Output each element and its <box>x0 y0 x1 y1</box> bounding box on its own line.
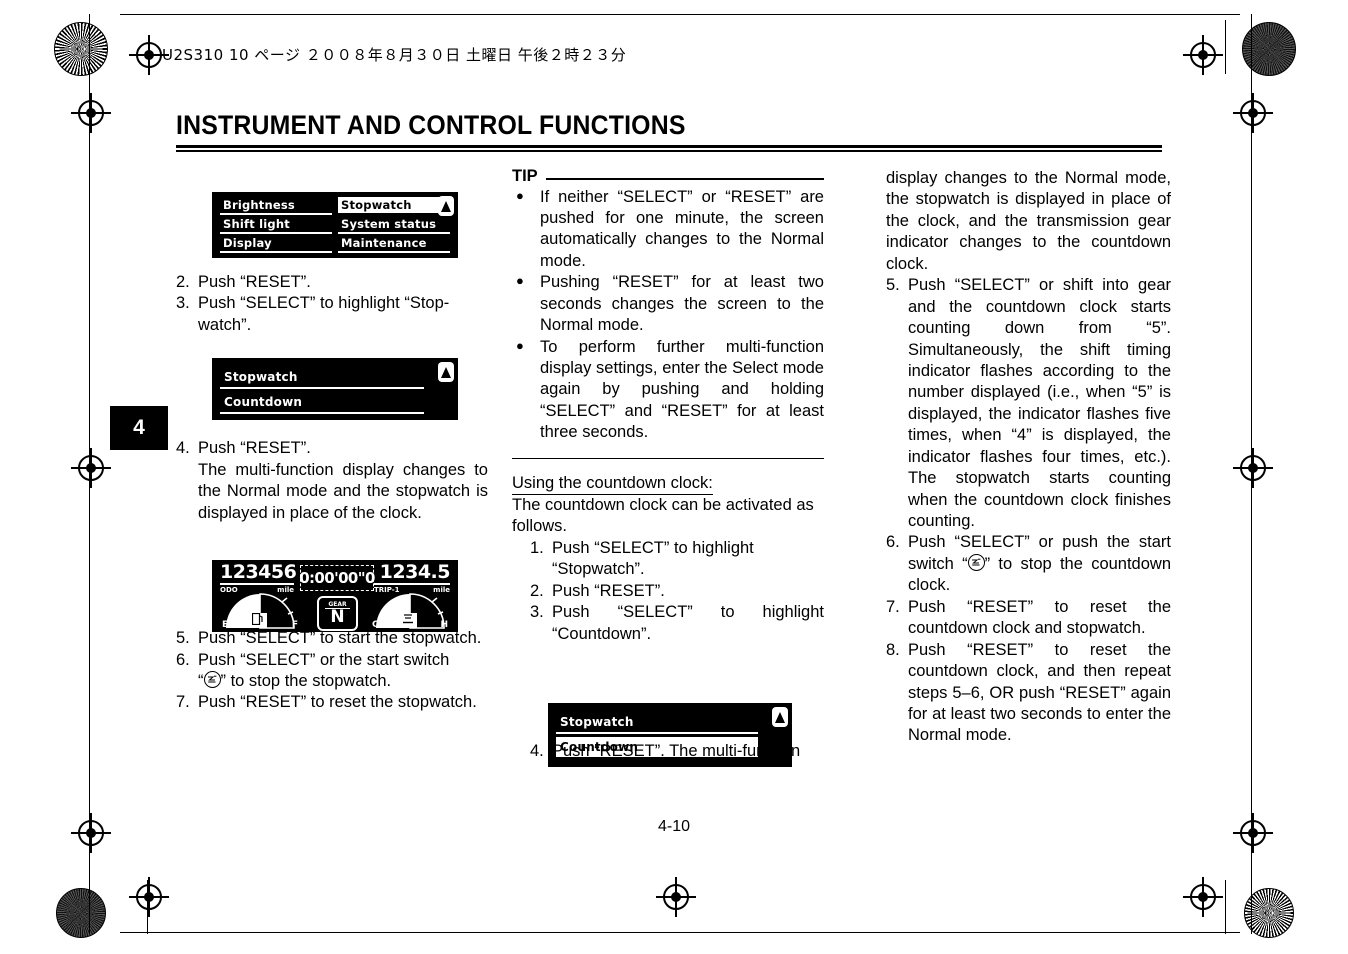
tip-label: TIP <box>512 167 538 185</box>
bullet-icon: ● <box>516 337 524 353</box>
title-rule-thin <box>176 150 1162 152</box>
step-text: Push “RESET”. <box>552 581 665 600</box>
step-text: Push “RESET” to reset the stopwatch. <box>198 693 477 712</box>
registration-target-top-header <box>129 35 169 75</box>
crop-mark-top-right-tick <box>1225 20 1226 74</box>
registration-target-bottom-left <box>129 877 169 917</box>
step-number: 4. <box>176 439 190 458</box>
column-right: display changes to the Normal mode, the … <box>886 168 1171 747</box>
registration-target-top-right-header <box>1183 35 1223 75</box>
crop-mark-bottom-right-tick <box>1225 880 1226 934</box>
tip-rule <box>545 178 824 180</box>
start-switch-icon <box>203 670 221 688</box>
list-item: 3. Push “SELECT” to highlight “Stop-watc… <box>176 293 488 336</box>
crop-mark-left-vertical <box>89 14 90 934</box>
page-number: 4-10 <box>657 818 691 835</box>
registration-rosette-bottom-left <box>56 888 106 938</box>
registration-target-bottom-right <box>1183 877 1223 917</box>
list-item: 6. Push “SELECT” or push the start switc… <box>886 532 1171 596</box>
list-item: 6. Push “SELECT” or the start switch “ ” … <box>176 650 488 693</box>
list-item: ● Pushing “RESET” for at least two secon… <box>512 272 824 336</box>
text-columns: 2. Push “RESET”. 3. Push “SELECT” to hig… <box>176 168 1176 818</box>
registration-target-bottom-center <box>656 877 696 917</box>
title-rule-thick <box>176 145 1162 148</box>
chapter-tab-number: 4 <box>133 416 145 439</box>
step-number: 1. <box>530 538 544 557</box>
registration-target-left-upper <box>71 93 111 133</box>
page-title: INSTRUMENT AND CONTROL FUNCTIONS <box>176 110 686 140</box>
step-text: Push “SELECT” to highlight “Stop-watch”. <box>198 294 450 334</box>
bullet-text: Pushing “RESET” for at least two seconds… <box>540 273 824 335</box>
list-item: 7. Push “RESET” to reset the countdown c… <box>886 597 1171 640</box>
list-item: 4. Push “RESET”. <box>176 438 488 459</box>
step-text: Push “SELECT” to highlight “Stopwatch”. <box>552 538 754 579</box>
step-number: 3. <box>530 603 544 622</box>
column-middle: TIP ● If neither “SELECT” or “RESET” are… <box>512 168 824 762</box>
step-text: Push “RESET”. <box>198 273 311 291</box>
step-number: 2. <box>530 581 544 600</box>
column-left: 2. Push “RESET”. 3. Push “SELECT” to hig… <box>176 168 488 714</box>
step-number: 4. <box>530 741 544 760</box>
list-item: 2. Push “RESET”. <box>176 272 488 293</box>
section-intro: The countdown clock can be activated as … <box>512 495 814 536</box>
step-text: Push “RESET”. <box>198 439 311 458</box>
step-number: 2. <box>176 273 190 291</box>
list-item: 5. Push “SELECT” to start the stopwatch. <box>176 628 488 649</box>
step-number: 8. <box>886 640 900 659</box>
bullet-text: If neither “SELECT” or “RESET” are pushe… <box>540 187 824 270</box>
list-item: ● To perform further multi-function disp… <box>512 337 824 444</box>
step-text: Push “SELECT” to highlight “Countdown”. <box>552 603 824 643</box>
list-item: ● If neither “SELECT” or “RESET” are pus… <box>512 187 824 273</box>
step-number: 7. <box>176 693 190 712</box>
list-item: 8. Push “RESET” to reset the countdown c… <box>886 640 1171 747</box>
registration-target-left-middle <box>71 448 111 488</box>
list-item: 2. Push “RESET”. <box>530 581 824 602</box>
quote-open: “ <box>198 671 204 690</box>
step-number: 5. <box>176 629 190 648</box>
list-item: 1. Push “SELECT” to highlight “Stopwatch… <box>530 538 824 581</box>
tip-bullet-list: ● If neither “SELECT” or “RESET” are pus… <box>512 187 824 444</box>
step-text: Push “SELECT” or shift into gear and the… <box>908 276 1171 530</box>
bullet-icon: ● <box>516 273 524 289</box>
chapter-tab: 4 <box>110 406 168 450</box>
list-item: 5. Push “SELECT” or shift into gear and … <box>886 275 1171 532</box>
registration-target-right-middle <box>1233 448 1273 488</box>
crop-mark-bottom-horizontal <box>120 932 1240 933</box>
step-number: 6. <box>886 533 900 552</box>
step-text: Push “RESET” to reset the countdown cloc… <box>908 640 1171 745</box>
crop-mark-top-horizontal <box>120 14 1240 15</box>
step-number: 3. <box>176 294 190 313</box>
section-divider <box>512 457 824 460</box>
print-header-text: U2S310 10 ページ ２００８年８月３０日 土曜日 午後２時２３分 <box>162 46 627 64</box>
step-text: Push “SELECT” or the start switch <box>198 650 450 669</box>
crop-mark-bottom-left-tick <box>147 880 148 934</box>
section-heading-wrap: Using the countdown clock: <box>512 473 824 495</box>
start-switch-icon <box>967 553 985 571</box>
list-item: 4. Push “RESET”. The multi-function <box>530 741 824 762</box>
list-item: 7. Push “RESET” to reset the stopwatch. <box>176 692 488 713</box>
step-number: 5. <box>886 276 900 295</box>
step-number: 6. <box>176 650 190 669</box>
step-text-cont: ” to stop the stopwatch. <box>220 671 392 690</box>
bullet-icon: ● <box>516 187 524 203</box>
registration-target-right-upper <box>1233 93 1273 133</box>
crop-mark-right-vertical <box>1251 14 1252 934</box>
step-text: Push “RESET”. The multi-function <box>552 741 801 760</box>
list-item: 3. Push “SELECT” to highlight “Countdown… <box>530 602 824 645</box>
step-number: 7. <box>886 597 900 616</box>
step-detail-text: The multi-function display changes to th… <box>198 460 488 522</box>
registration-rosette-top-left <box>54 22 108 76</box>
bullet-text: To perform further multi-function displa… <box>540 337 824 442</box>
section-heading: Using the countdown clock: <box>512 473 713 495</box>
continuation-paragraph: display changes to the Normal mode, the … <box>886 169 1171 273</box>
tip-heading: TIP <box>512 168 824 185</box>
step-text: Push “RESET” to reset the countdown cloc… <box>908 597 1171 638</box>
step-text: Push “SELECT” to start the stopwatch. <box>198 629 482 648</box>
